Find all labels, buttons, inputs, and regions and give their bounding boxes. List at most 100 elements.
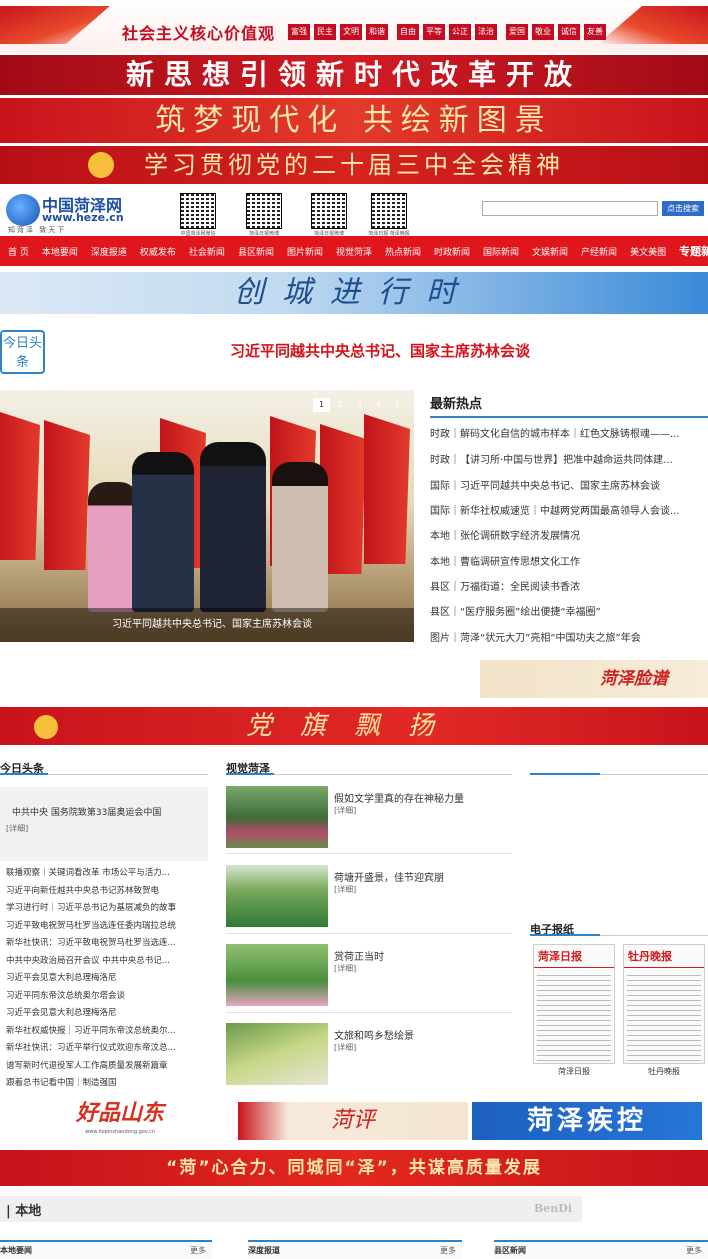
heze-cdc-ad[interactable]: 菏泽疾控 <box>472 1102 702 1140</box>
qr-code-icon[interactable] <box>180 193 216 229</box>
search-input[interactable] <box>482 201 658 216</box>
detail-link[interactable]: [详细] <box>334 884 356 895</box>
epaper-thumbnail[interactable]: 菏泽日报 <box>533 944 615 1064</box>
nav-item-society[interactable]: 社会新闻 <box>189 245 225 258</box>
list-separator <box>226 1012 512 1013</box>
slogan-banner-plenum[interactable]: 学习贯彻党的二十届三中全会精神 <box>0 146 708 184</box>
flag-decoration <box>44 420 90 570</box>
pager-dot[interactable]: 5 <box>389 398 406 412</box>
tab-depth-report[interactable]: 深度报道 <box>248 1245 280 1256</box>
nav-item-local[interactable]: 本地要闻 <box>42 245 78 258</box>
paper-label[interactable]: 牡丹晚报 <box>623 1066 705 1077</box>
tab-local-news[interactable]: 本地要闻 <box>0 1245 32 1256</box>
heping-ad[interactable]: 菏评 <box>238 1102 468 1140</box>
haopin-logo-text: 好品山东 <box>75 1101 164 1126</box>
pager-dot[interactable]: 3 <box>351 398 368 412</box>
visual-item-title[interactable]: 文旅和鸣乡愁绘景 <box>334 1027 414 1042</box>
nav-item-hot[interactable]: 热点新闻 <box>385 245 421 258</box>
chuangcheng-banner[interactable]: 创城进行时 <box>0 272 708 314</box>
party-flag-banner[interactable]: 党旗飘扬 <box>0 707 708 745</box>
hot-news-item[interactable]: 本地｜曹临调研宣传思想文化工作 <box>430 553 708 568</box>
news-list-item[interactable]: 新华社权威快报｜习近平同东帝汶总统奥尔... <box>6 1024 206 1036</box>
nav-item-special[interactable]: 专题新闻 <box>679 243 708 259</box>
photo-slideshow[interactable]: 1 2 3 4 5 习近平同越共中央总书记、国家主席苏林会谈 <box>0 390 414 642</box>
nav-item-photo[interactable]: 图片新闻 <box>287 245 323 258</box>
nav-item-entertainment[interactable]: 文娱新闻 <box>532 245 568 258</box>
collaboration-slogan-banner[interactable]: “菏”心合力、同城同“泽”，共谋高质量发展 <box>0 1150 708 1186</box>
thumbnail-image[interactable] <box>226 1023 328 1085</box>
hot-news-text: 张伦调研数字经济发展情况 <box>460 531 580 542</box>
pager-dot[interactable]: 4 <box>370 398 387 412</box>
news-list-item[interactable]: 习近平向新任越共中央总书记苏林致贺电 <box>6 884 206 896</box>
visual-item-title[interactable]: 荷塘开盛景，佳节迎宾朋 <box>334 869 444 884</box>
top-headline-link[interactable]: 习近平同越共中央总书记、国家主席苏林会谈 <box>140 340 620 361</box>
hot-news-item[interactable]: 图片｜菏泽“状元大刀”亮相“中国功夫之旅”年会 <box>430 629 708 644</box>
detail-link[interactable]: [详细] <box>334 805 356 816</box>
thumbnail-image[interactable] <box>226 865 328 927</box>
core-values-banner[interactable]: 社会主义核心价值观 富强 民主 文明 和谐 自由 平等 公正 法治 爱国 敬业 … <box>0 0 708 52</box>
pager-dot[interactable]: 1 <box>313 398 330 412</box>
paper-masthead: 牡丹晚报 <box>624 945 704 968</box>
party-emblem-icon <box>34 715 58 739</box>
slideshow-caption[interactable]: 习近平同越共中央总书记、国家主席苏林会谈 <box>0 608 414 642</box>
hot-news-item[interactable]: 时政｜解码文化自信的城市样本｜红色文脉铸根魂——... <box>430 425 708 440</box>
epaper-thumbnail[interactable]: 牡丹晚报 <box>623 944 705 1064</box>
news-list-item[interactable]: 习近平同东帝汶总统奥尔塔会谈 <box>6 989 206 1001</box>
nav-item-art[interactable]: 美文美图 <box>630 245 666 258</box>
nav-item-world[interactable]: 国际新闻 <box>483 245 519 258</box>
paper-label[interactable]: 菏泽日报 <box>533 1066 615 1077</box>
tab-county-news[interactable]: 县区新闻 <box>494 1245 526 1256</box>
detail-link[interactable]: [详细] <box>334 1042 356 1053</box>
hot-news-item[interactable]: 县区｜“医疗服务圈”绘出便捷“幸福圈” <box>430 603 708 618</box>
news-list-item[interactable]: 习近平致电祝贺马杜罗当选连任委内瑞拉总统 <box>6 919 206 931</box>
detail-link[interactable]: [详细] <box>334 963 356 974</box>
hot-news-item[interactable]: 本地｜张伦调研数字经济发展情况 <box>430 527 708 542</box>
qr-code-icon[interactable] <box>311 193 347 229</box>
hot-news-item[interactable]: 县区｜万福街道：全民阅读书香浓 <box>430 578 708 593</box>
more-link[interactable]: 更多 <box>686 1245 702 1256</box>
news-list-item[interactable]: 谱写新时代退役军人工作高质量发展新篇章 <box>6 1059 206 1071</box>
news-list-item[interactable]: 习近平会见意大利总理梅洛尼 <box>6 971 206 983</box>
logo-motto: 知菏泽 致天下 <box>8 226 67 234</box>
more-link[interactable]: 更多 <box>190 1245 206 1256</box>
haopin-shandong-ad[interactable]: 好品山东 www.hopinshandong.gov.cn <box>68 1100 172 1140</box>
detail-link[interactable]: [详细] <box>6 823 28 834</box>
slogan-banner-modernization[interactable]: 筑梦现代化 共绘新图景 <box>0 98 708 143</box>
news-list-item[interactable]: 习近平会见意大利总理梅洛尼 <box>6 1006 206 1018</box>
search-button[interactable]: 点击搜索 <box>662 201 704 216</box>
today-top-lead-box[interactable]: 中共中央 国务院致第33届奥运会中国 [详细] <box>0 787 208 861</box>
slogan-banner-reform[interactable]: 新思想引领新时代改革开放 <box>0 55 708 95</box>
hot-news-item[interactable]: 国际｜习近平同越共中央总书记、国家主席苏林会谈 <box>430 477 708 492</box>
news-list-item[interactable]: 学习进行时｜习近平总书记为基层减负的故事 <box>6 901 206 913</box>
site-logo[interactable]: 中国菏泽网 www.heze.cn 知菏泽 致天下 <box>6 192 166 234</box>
nav-item-politics[interactable]: 时政新闻 <box>434 245 470 258</box>
nav-item-home[interactable]: 首 页 <box>8 245 29 258</box>
more-link[interactable]: 更多 <box>440 1245 456 1256</box>
lead-title[interactable]: 中共中央 国务院致第33届奥运会中国 <box>12 805 161 818</box>
nav-item-official[interactable]: 权威发布 <box>140 245 176 258</box>
hot-news-item[interactable]: 时政｜【讲习所·中国与世界】把准中越命运共同体建... <box>430 451 708 466</box>
subsection-header: 深度报道 更多 <box>248 1240 462 1259</box>
thumbnail-image[interactable] <box>226 786 328 848</box>
hot-news-category: 图片 <box>430 633 450 644</box>
thumbnail-image[interactable] <box>226 944 328 1006</box>
qr-code-icon[interactable] <box>246 193 282 229</box>
nav-item-economy[interactable]: 产经新闻 <box>581 245 617 258</box>
visual-item-title[interactable]: 赏荷正当时 <box>334 948 384 963</box>
pager-dot[interactable]: 2 <box>332 398 349 412</box>
visual-item-title[interactable]: 假如文学里真的存在神秘力量 <box>334 790 464 805</box>
nav-item-depth[interactable]: 深度报道 <box>91 245 127 258</box>
nav-item-visual[interactable]: 视觉菏泽 <box>336 245 372 258</box>
news-list-item[interactable]: 跟着总书记看中国｜制造强国 <box>6 1076 206 1088</box>
main-nav: 首 页 本地要闻 深度报道 权威发布 社会新闻 县区新闻 图片新闻 视觉菏泽 热… <box>0 236 708 266</box>
nav-item-county[interactable]: 县区新闻 <box>238 245 274 258</box>
qr-code-icon[interactable] <box>371 193 407 229</box>
news-list-item[interactable]: 新华社快讯：习近平致电祝贺马杜罗当选连... <box>6 936 206 948</box>
heze-lianpu-banner[interactable]: 菏泽脸谱 <box>480 660 708 698</box>
hot-news-category: 本地 <box>430 531 450 542</box>
party-banner-text: 党旗飘扬 <box>245 711 462 741</box>
news-list-item[interactable]: 新华社快讯：习近平举行仪式欢迎东帝汶总... <box>6 1041 206 1053</box>
news-list-item[interactable]: 联播观察｜关键词看改革 市场公平与活力... <box>6 866 206 878</box>
news-list-item[interactable]: 中共中央政治局召开会议 中共中央总书记... <box>6 954 206 966</box>
hot-news-item[interactable]: 国际｜新华社权威速览｜中越两党两国最高领导人会谈... <box>430 502 708 517</box>
